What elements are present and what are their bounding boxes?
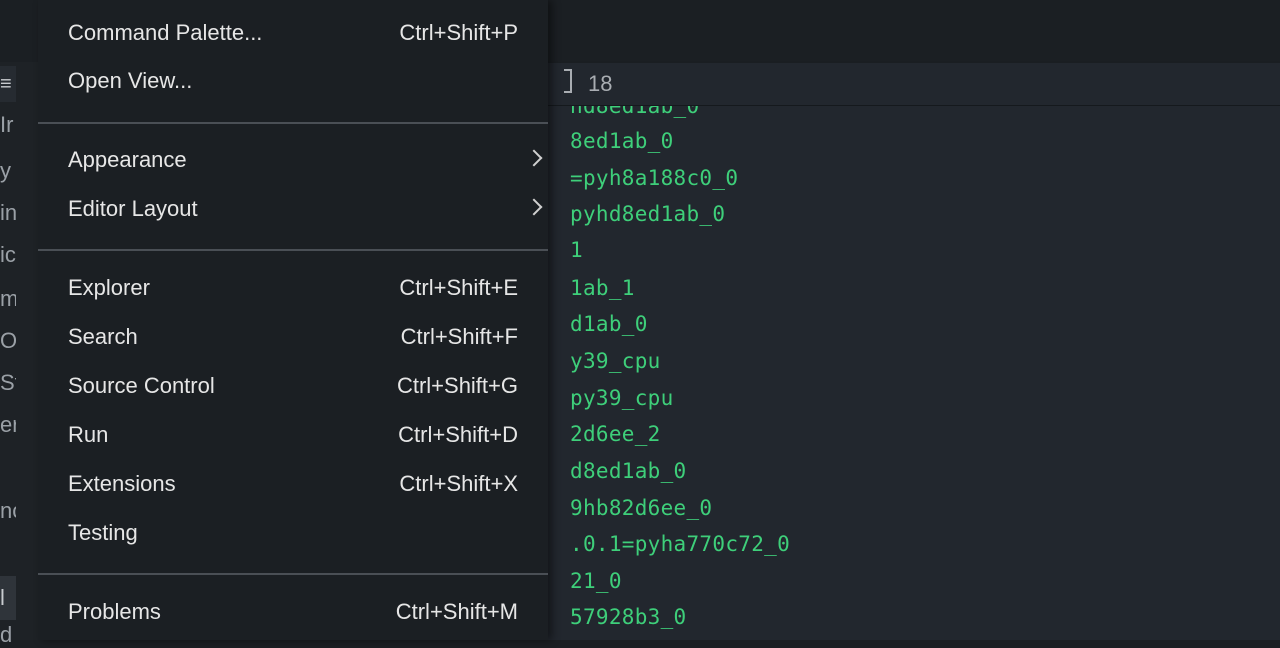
code-line: y39_cpu (570, 349, 661, 373)
menu-item-extensions[interactable]: Extensions Ctrl+Shift+X (38, 462, 548, 506)
code-line: 1 (570, 238, 583, 262)
menu-item-label: Appearance (68, 147, 187, 172)
code-line: hd8ed1ab_0 (570, 106, 700, 118)
view-menu: Command Palette... Ctrl+Shift+P Open Vie… (38, 0, 548, 640)
code-line: py39_cpu (570, 386, 674, 410)
bracket-icon (564, 69, 572, 93)
code-line: 1ab_1 (570, 276, 635, 300)
menu-item-command-palette[interactable]: Command Palette... Ctrl+Shift+P (38, 11, 548, 55)
menu-item-shortcut: Ctrl+Shift+D (398, 422, 518, 447)
sidebar-item[interactable]: nc (0, 498, 16, 524)
sidebar-item[interactable]: m (0, 286, 16, 312)
sidebar-item[interactable]: y (0, 158, 16, 184)
code-line: 57928b3_0 (570, 605, 687, 629)
menu-item-label: Source Control (68, 373, 215, 398)
code-line: 2d6ee_2 (570, 422, 661, 446)
menu-item-explorer[interactable]: Explorer Ctrl+Shift+E (38, 266, 548, 310)
menu-item-shortcut: Ctrl+Shift+F (400, 324, 518, 349)
sidebar-header-icon[interactable]: ≡ (0, 66, 16, 102)
menu-item-search[interactable]: Search Ctrl+Shift+F (38, 315, 548, 359)
menu-separator (38, 122, 548, 124)
sidebar-item[interactable]: Ol (0, 328, 16, 354)
sidebar-item[interactable]: Ir (0, 112, 16, 138)
menu-item-shortcut: Ctrl+Shift+G (396, 373, 518, 398)
menu-item-open-view[interactable]: Open View... (38, 59, 548, 103)
code-line: pyhd8ed1ab_0 (570, 202, 726, 226)
menu-item-label: Run (68, 422, 109, 447)
code-line: 9hb82d6ee_0 (570, 496, 713, 520)
code-line: .0.1=pyha770c72_0 (570, 532, 791, 556)
menu-item-run[interactable]: Run Ctrl+Shift+D (38, 413, 548, 457)
menu-item-problems[interactable]: Problems Ctrl+Shift+M (38, 590, 548, 634)
code-line: d8ed1ab_0 (570, 459, 687, 483)
menu-item-label: Problems (68, 599, 161, 624)
menu-item-label: Explorer (68, 275, 150, 300)
code-line: d1ab_0 (570, 312, 648, 336)
sidebar-item-selected[interactable]: l (0, 576, 16, 620)
sidebar-item[interactable]: ic (0, 242, 16, 268)
menu-item-shortcut: Ctrl+Shift+M (395, 599, 518, 624)
menu-item-label: Testing (68, 520, 138, 545)
code-line: 8ed1ab_0 (570, 129, 674, 153)
menu-item-shortcut: Ctrl+Shift+P (399, 20, 518, 45)
chevron-right-icon (525, 149, 543, 167)
code-line: =pyh8a188c0_0 (570, 166, 739, 190)
sidebar-item[interactable]: in (0, 200, 16, 226)
sidebar-item[interactable]: er (0, 412, 16, 438)
editor-tab-bar: 18 (548, 63, 1280, 107)
menu-item-appearance[interactable]: Appearance (38, 138, 548, 182)
editor-content[interactable]: hd8ed1ab_0 8ed1ab_0 =pyh8a188c0_0 pyhd8e… (548, 106, 1280, 640)
menu-item-label: Search (68, 324, 138, 349)
menu-item-label: Extensions (68, 471, 176, 496)
menu-item-shortcut: Ctrl+Shift+E (399, 275, 518, 300)
menu-item-label: Open View... (68, 68, 193, 93)
menu-separator (38, 573, 548, 575)
menu-item-label: Command Palette... (68, 20, 263, 45)
sidebar-item[interactable]: Sty (0, 370, 16, 396)
code-line: 21_0 (570, 569, 622, 593)
menu-item-editor-layout[interactable]: Editor Layout (38, 187, 548, 231)
menu-item-shortcut: Ctrl+Shift+X (399, 471, 518, 496)
chevron-right-icon (525, 198, 543, 216)
menu-item-source-control[interactable]: Source Control Ctrl+Shift+G (38, 364, 548, 408)
menu-item-testing[interactable]: Testing (38, 511, 548, 555)
sidebar: ≡ Ir y in ic m Ol Sty er nc l d (0, 62, 40, 647)
menu-separator (38, 249, 548, 251)
menu-item-label: Editor Layout (68, 196, 198, 221)
tab-count: 18 (588, 71, 613, 96)
sidebar-item[interactable]: d (0, 622, 16, 648)
